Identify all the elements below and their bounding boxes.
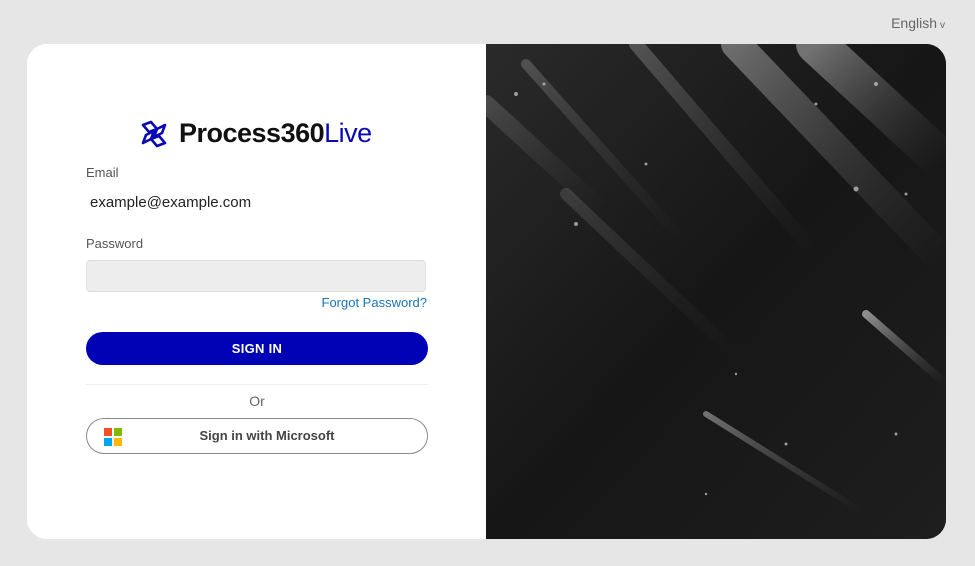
logo-brand: Process360 xyxy=(179,118,325,148)
login-panel: Process360Live Email example@example.com… xyxy=(27,44,486,539)
password-label: Password xyxy=(86,236,144,251)
background-image xyxy=(486,44,946,539)
or-separator: Or xyxy=(249,393,265,409)
password-field[interactable] xyxy=(86,260,426,292)
email-field[interactable]: example@example.com xyxy=(90,194,251,211)
login-card: Process360Live Email example@example.com… xyxy=(27,44,946,539)
logo: Process360Live xyxy=(139,118,372,149)
divider xyxy=(86,384,428,385)
forgot-password-link[interactable]: Forgot Password? xyxy=(322,295,428,310)
sign-in-label: SIGN IN xyxy=(231,341,283,356)
logo-suffix: Live xyxy=(324,118,372,148)
language-label: English xyxy=(891,15,937,31)
logo-text: Process360Live xyxy=(179,118,372,149)
abstract-texture-image xyxy=(486,44,946,539)
language-selector[interactable]: English v xyxy=(891,15,945,31)
sign-in-button[interactable]: SIGN IN xyxy=(86,332,428,365)
microsoft-sign-in-button[interactable]: Sign in with Microsoft xyxy=(86,418,428,454)
microsoft-sign-in-label: Sign in with Microsoft xyxy=(199,428,335,443)
email-label: Email xyxy=(86,165,119,180)
chevron-down-icon: v xyxy=(940,20,945,31)
process360-logo-icon xyxy=(141,120,167,147)
